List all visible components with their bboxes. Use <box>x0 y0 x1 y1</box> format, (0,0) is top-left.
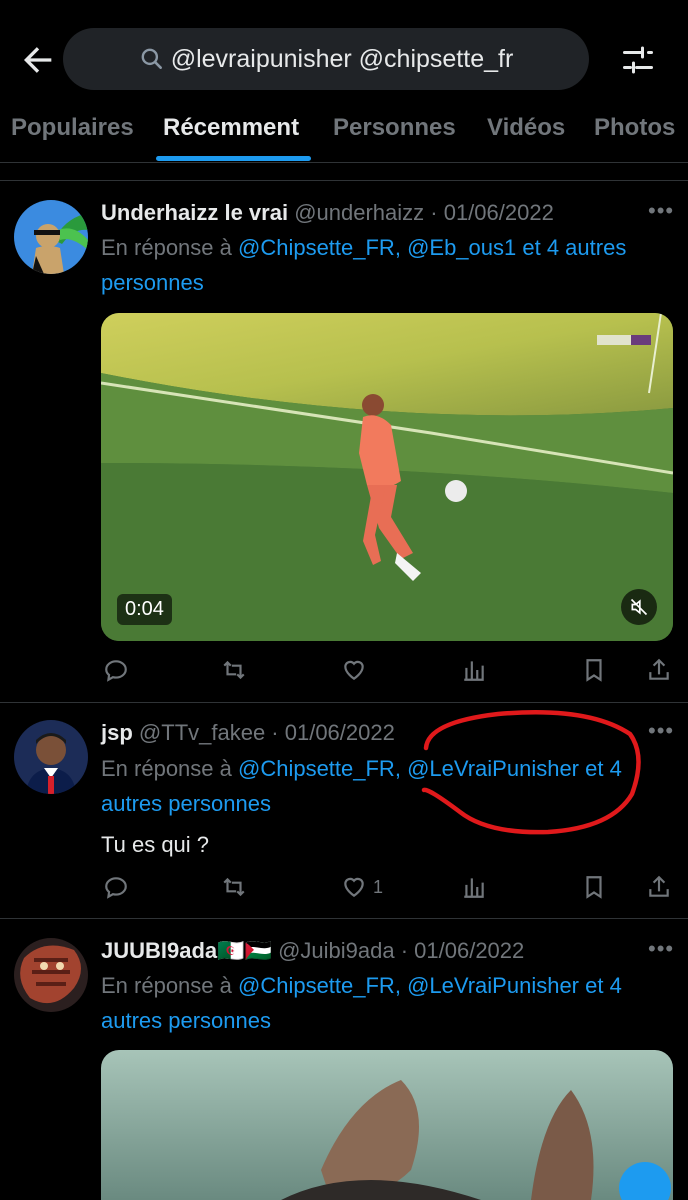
share-button[interactable] <box>646 655 672 685</box>
analytics-icon <box>464 878 484 898</box>
handle-date: @Juibi9ada · 01/06/2022 <box>278 938 525 963</box>
divider <box>0 180 688 181</box>
tab-personnes[interactable]: Personnes <box>333 114 456 142</box>
share-icon <box>649 875 669 897</box>
video-player[interactable]: 0:04 <box>101 313 673 641</box>
mention-link[interactable]: @Chipsette_FR, <box>238 235 401 260</box>
video-duration: 0:04 <box>117 594 172 625</box>
tab-populaires[interactable]: Populaires <box>11 114 134 142</box>
active-tab-indicator <box>156 156 311 161</box>
views-button[interactable] <box>461 655 487 685</box>
mention-link[interactable]: @LeVraiPunisher <box>407 973 579 998</box>
bookmark-button[interactable] <box>581 872 607 902</box>
tab-recemment[interactable]: Récemment <box>163 114 299 142</box>
reply-button[interactable] <box>103 872 129 902</box>
display-name[interactable]: jsp <box>101 720 133 745</box>
tab-photos[interactable]: Photos <box>594 114 675 142</box>
avatar[interactable] <box>14 720 88 794</box>
tweet-actions <box>101 655 676 691</box>
mention-link[interactable]: @Chipsette_FR, <box>238 973 401 998</box>
views-button[interactable] <box>461 872 487 902</box>
retweet-icon <box>223 877 245 897</box>
bookmark-icon <box>586 659 602 682</box>
search-tabs: Populaires Récemment Personnes Vidéos Ph… <box>0 100 688 162</box>
heart-icon <box>344 660 364 680</box>
more-options-icon[interactable]: ••• <box>648 936 674 962</box>
analytics-icon <box>464 661 484 681</box>
mute-icon[interactable] <box>621 589 657 625</box>
divider <box>0 918 688 919</box>
reply-icon <box>105 660 127 682</box>
display-name[interactable]: JUUBI9ada🇩🇿🇵🇸 <box>101 938 272 963</box>
annotation-circle <box>421 710 641 835</box>
share-icon <box>649 658 669 680</box>
mention-link[interactable]: @Eb_ous1 <box>407 235 516 260</box>
handle-date: @underhaizz · 01/06/2022 <box>294 200 554 225</box>
display-name[interactable]: Underhaizz le vrai <box>101 200 288 225</box>
more-options-icon[interactable]: ••• <box>648 198 674 224</box>
retweet-button[interactable] <box>221 872 247 902</box>
search-icon <box>141 48 162 69</box>
mention-link[interactable]: @Chipsette_FR, <box>238 756 401 781</box>
like-button[interactable]: 1 <box>341 872 383 902</box>
back-arrow-icon[interactable] <box>18 40 58 80</box>
retweet-icon <box>223 660 245 680</box>
tweet-header: jsp @TTv_fakee · 01/06/2022 <box>101 720 395 746</box>
tweet-header: Underhaizz le vrai @underhaizz · 01/06/2… <box>101 200 554 226</box>
heart-icon <box>344 877 364 897</box>
reply-context: En réponse à @Chipsette_FR, @LeVraiPunis… <box>101 973 622 1033</box>
like-button[interactable] <box>341 655 367 685</box>
tweet-header: JUUBI9ada🇩🇿🇵🇸 @Juibi9ada · 01/06/2022 <box>101 938 524 964</box>
divider <box>0 162 688 163</box>
handle-date: @TTv_fakee · 01/06/2022 <box>138 720 395 745</box>
reply-button[interactable] <box>103 655 129 685</box>
avatar[interactable] <box>14 938 88 1012</box>
like-count: 1 <box>373 876 384 897</box>
video-player[interactable] <box>101 1050 673 1200</box>
tab-videos[interactable]: Vidéos <box>487 114 565 142</box>
reply-icon <box>105 877 127 899</box>
more-options-icon[interactable]: ••• <box>648 718 674 744</box>
share-button[interactable] <box>646 872 672 902</box>
retweet-button[interactable] <box>221 655 247 685</box>
bookmark-icon <box>586 876 602 899</box>
filter-settings-icon[interactable] <box>620 42 656 78</box>
reply-context: En réponse à @Chipsette_FR, @Eb_ous1 et … <box>101 235 627 295</box>
divider <box>0 702 688 703</box>
avatar[interactable] <box>14 200 88 274</box>
search-query: @levraipunisher @chipsette_fr <box>170 44 514 73</box>
bookmark-button[interactable] <box>581 655 607 685</box>
tweet-text: Tu es qui ? <box>101 832 210 857</box>
search-input[interactable]: @levraipunisher @chipsette_fr <box>63 28 589 90</box>
top-bar: @levraipunisher @chipsette_fr <box>0 0 688 100</box>
tweet-actions: 1 <box>101 872 676 908</box>
